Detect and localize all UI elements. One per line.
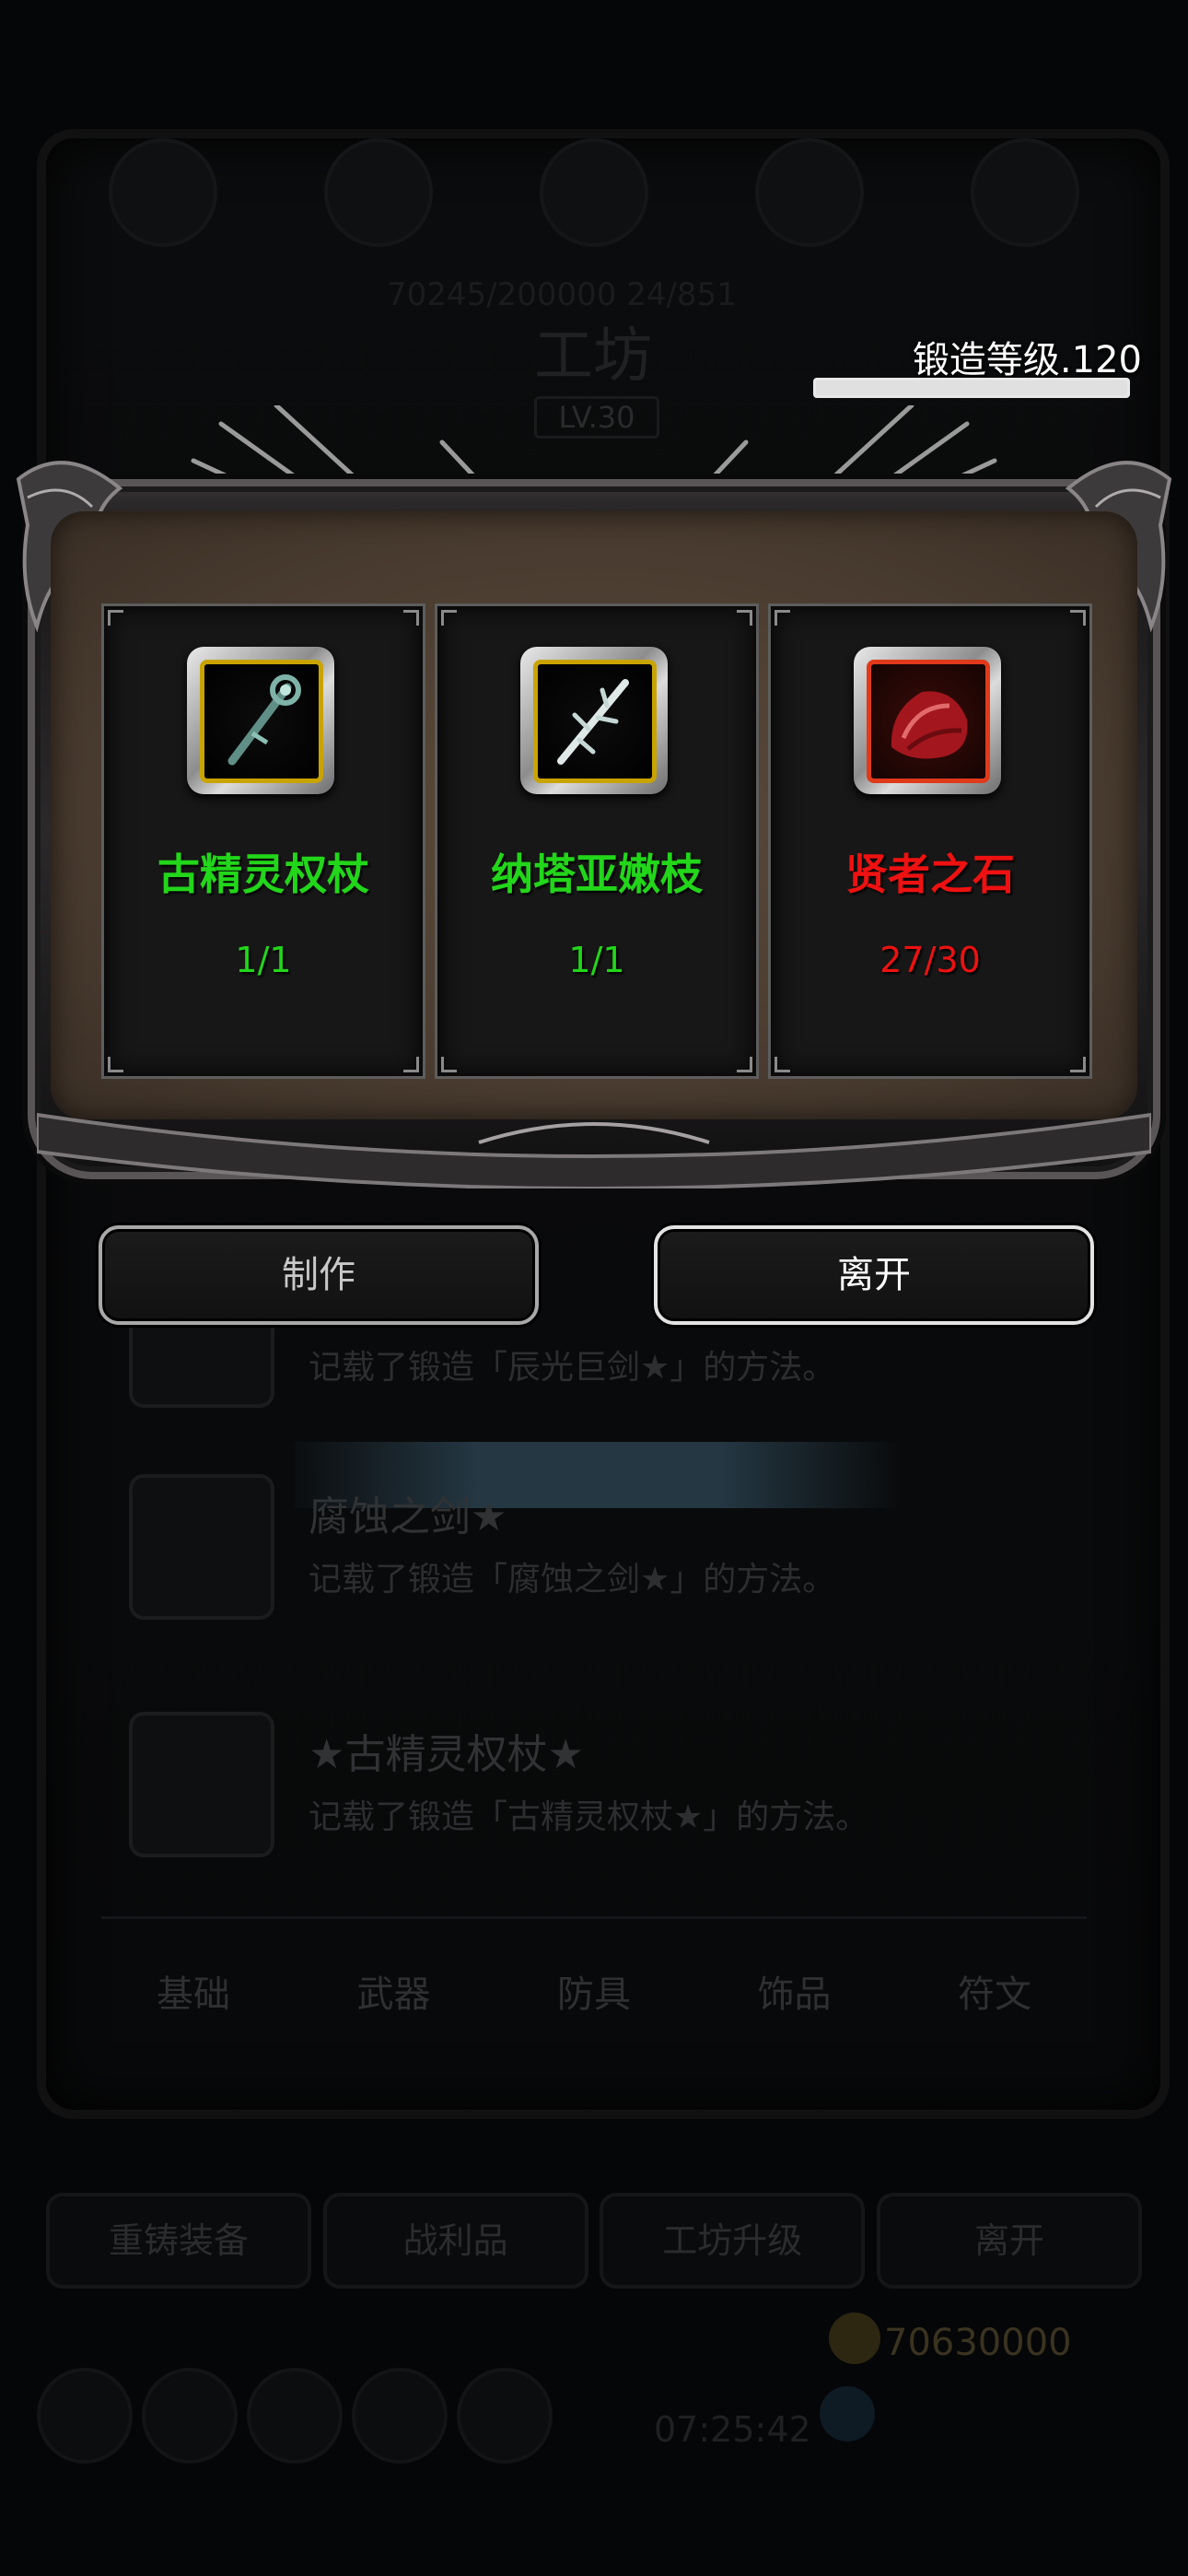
tab-weapon: 武器	[356, 1973, 431, 2016]
recipe-name: ★古精灵权杖★	[309, 1731, 584, 1778]
material-count: 27/30	[879, 940, 981, 980]
material-count: 1/1	[235, 940, 292, 980]
material-name: 贤者之石	[845, 849, 1015, 899]
gem-icon	[820, 2386, 875, 2441]
background-stats: 70245/200000 24/851	[387, 276, 737, 313]
material-card: 贤者之石 27/30	[768, 603, 1092, 1079]
recipe-desc: 记载了锻造「辰光巨剑★」的方法。	[309, 1349, 836, 1387]
material-name: 古精灵权杖	[157, 849, 369, 899]
loot-button: 战利品	[322, 2193, 588, 2289]
forge-level-label: 锻造等级.120	[912, 339, 1142, 381]
bottom-icon	[352, 2368, 448, 2464]
material-card: 纳塔亚嫩枝 1/1	[435, 603, 759, 1079]
bottom-icon	[457, 2368, 553, 2464]
recipe-list-item: 腐蚀之剑★ 记载了锻造「腐蚀之剑★」的方法。	[129, 1474, 1050, 1631]
workshop-title: 工坊	[534, 322, 652, 391]
leave-button-label: 离开	[837, 1254, 911, 1296]
top-icon	[109, 138, 217, 247]
recipe-name: 腐蚀之剑★	[309, 1493, 507, 1540]
bottom-icon	[247, 2368, 343, 2464]
recipe-desc: 记载了锻造「古精灵权杖★」的方法。	[309, 1798, 869, 1836]
tab-rune: 符文	[958, 1973, 1031, 2016]
make-button-label: 制作	[282, 1254, 355, 1296]
material-card: 古精灵权杖 1/1	[101, 603, 425, 1079]
tab-armor: 防具	[557, 1973, 631, 2016]
leave-button[interactable]: 离开	[654, 1225, 1094, 1325]
material-slot[interactable]	[854, 647, 1001, 794]
material-slot[interactable]	[187, 647, 334, 794]
reforge-button: 重铸装备	[46, 2193, 311, 2289]
dialog-bottom-ornament	[37, 1112, 1151, 1188]
gold-amount: 70630000	[884, 2322, 1072, 2364]
white-branch-icon	[557, 679, 629, 765]
elf-scepter-icon	[227, 674, 301, 766]
background-button-row: 重铸装备 战利品 工坊升级 离开	[46, 2193, 1142, 2289]
timer-text: 07:25:42	[654, 2409, 811, 2450]
category-tabs: 基础 武器 防具 饰品 符文	[101, 1953, 1087, 2036]
top-icon	[540, 138, 648, 247]
tab-basic: 基础	[157, 1973, 230, 2016]
tab-accessory: 饰品	[757, 1973, 832, 2016]
gold-coin-icon	[829, 2313, 880, 2364]
tab-divider	[101, 1916, 1087, 1919]
forge-progress-fill	[816, 381, 1127, 395]
background-leave-button: 离开	[876, 2193, 1142, 2289]
material-name: 纳塔亚嫩枝	[491, 849, 703, 899]
top-icon	[324, 138, 433, 247]
recipe-list-item: ★古精灵权杖★ 记载了锻造「古精灵权杖★」的方法。	[129, 1712, 1050, 1868]
top-icon-row	[55, 138, 1133, 258]
bottom-icon-row	[37, 2368, 553, 2469]
material-count: 1/1	[568, 940, 625, 980]
bottom-icon	[142, 2368, 238, 2464]
workshop-upgrade-button: 工坊升级	[600, 2193, 866, 2289]
recipe-thumb	[129, 1712, 274, 1857]
top-icon	[971, 138, 1079, 247]
recipe-thumb	[129, 1474, 274, 1620]
make-button[interactable]: 制作	[99, 1225, 539, 1325]
forge-progress-bar	[813, 378, 1130, 398]
red-stone-icon	[891, 691, 968, 759]
material-slot[interactable]	[520, 647, 668, 794]
recipe-desc: 记载了锻造「腐蚀之剑★」的方法。	[309, 1561, 836, 1598]
top-icon	[755, 138, 864, 247]
bottom-icon	[37, 2368, 133, 2464]
